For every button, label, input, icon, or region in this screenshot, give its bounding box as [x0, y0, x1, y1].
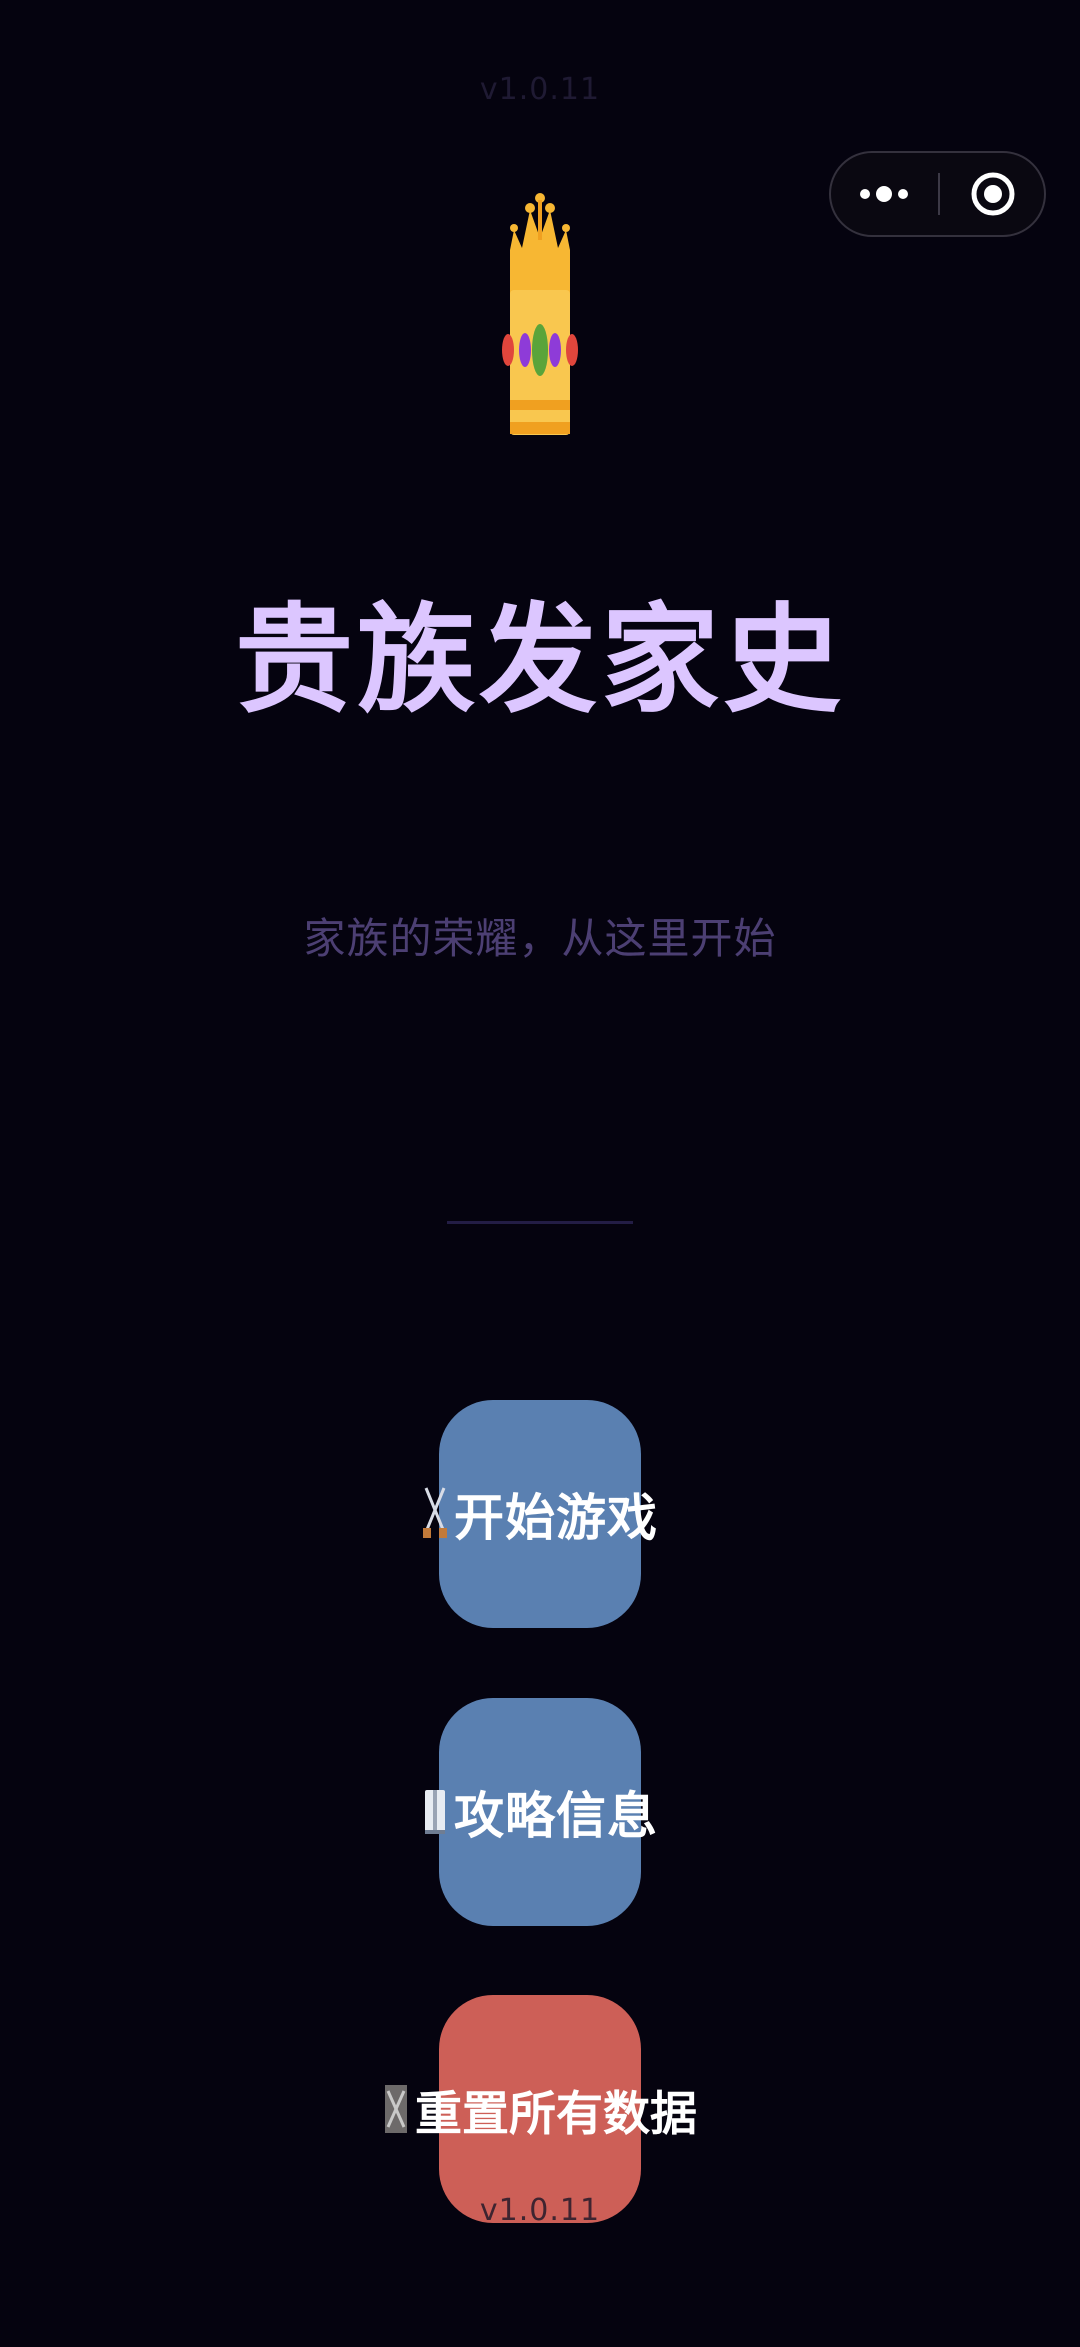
reset-icon: [385, 2085, 407, 2133]
reset-all-data-label: 重置所有数据: [415, 2086, 697, 2142]
capsule-divider: [938, 173, 940, 215]
version-label-top: v1.0.11: [479, 72, 601, 107]
more-dots-icon: [860, 186, 908, 202]
crossed-swords-icon: [423, 1487, 447, 1538]
game-subtitle: 家族的荣耀，从这里开始: [303, 914, 777, 963]
guide-info-label: 攻略信息: [454, 1787, 658, 1845]
game-title: 贵族发家史: [234, 591, 845, 729]
book-icon: [425, 1790, 445, 1834]
start-game-label: 开始游戏: [454, 1489, 658, 1547]
reset-all-data-button[interactable]: 重置所有数据: [385, 1995, 697, 2223]
guide-info-button[interactable]: 攻略信息: [425, 1698, 657, 1926]
start-game-button[interactable]: 开始游戏: [423, 1400, 657, 1628]
game-home-screen: v1.0.11 贵族发家史 家族的荣耀，从这里开始 开始游戏 攻略信息 重置所有…: [0, 0, 1080, 2347]
close-target-icon: [971, 172, 1015, 216]
crown-icon: [500, 190, 580, 450]
more-options-button[interactable]: [831, 153, 939, 235]
version-label-bottom: v1.0.11: [479, 2193, 601, 2228]
miniprogram-capsule: [829, 151, 1046, 237]
close-miniprogram-button[interactable]: [941, 153, 1045, 235]
section-divider: [447, 1221, 633, 1224]
